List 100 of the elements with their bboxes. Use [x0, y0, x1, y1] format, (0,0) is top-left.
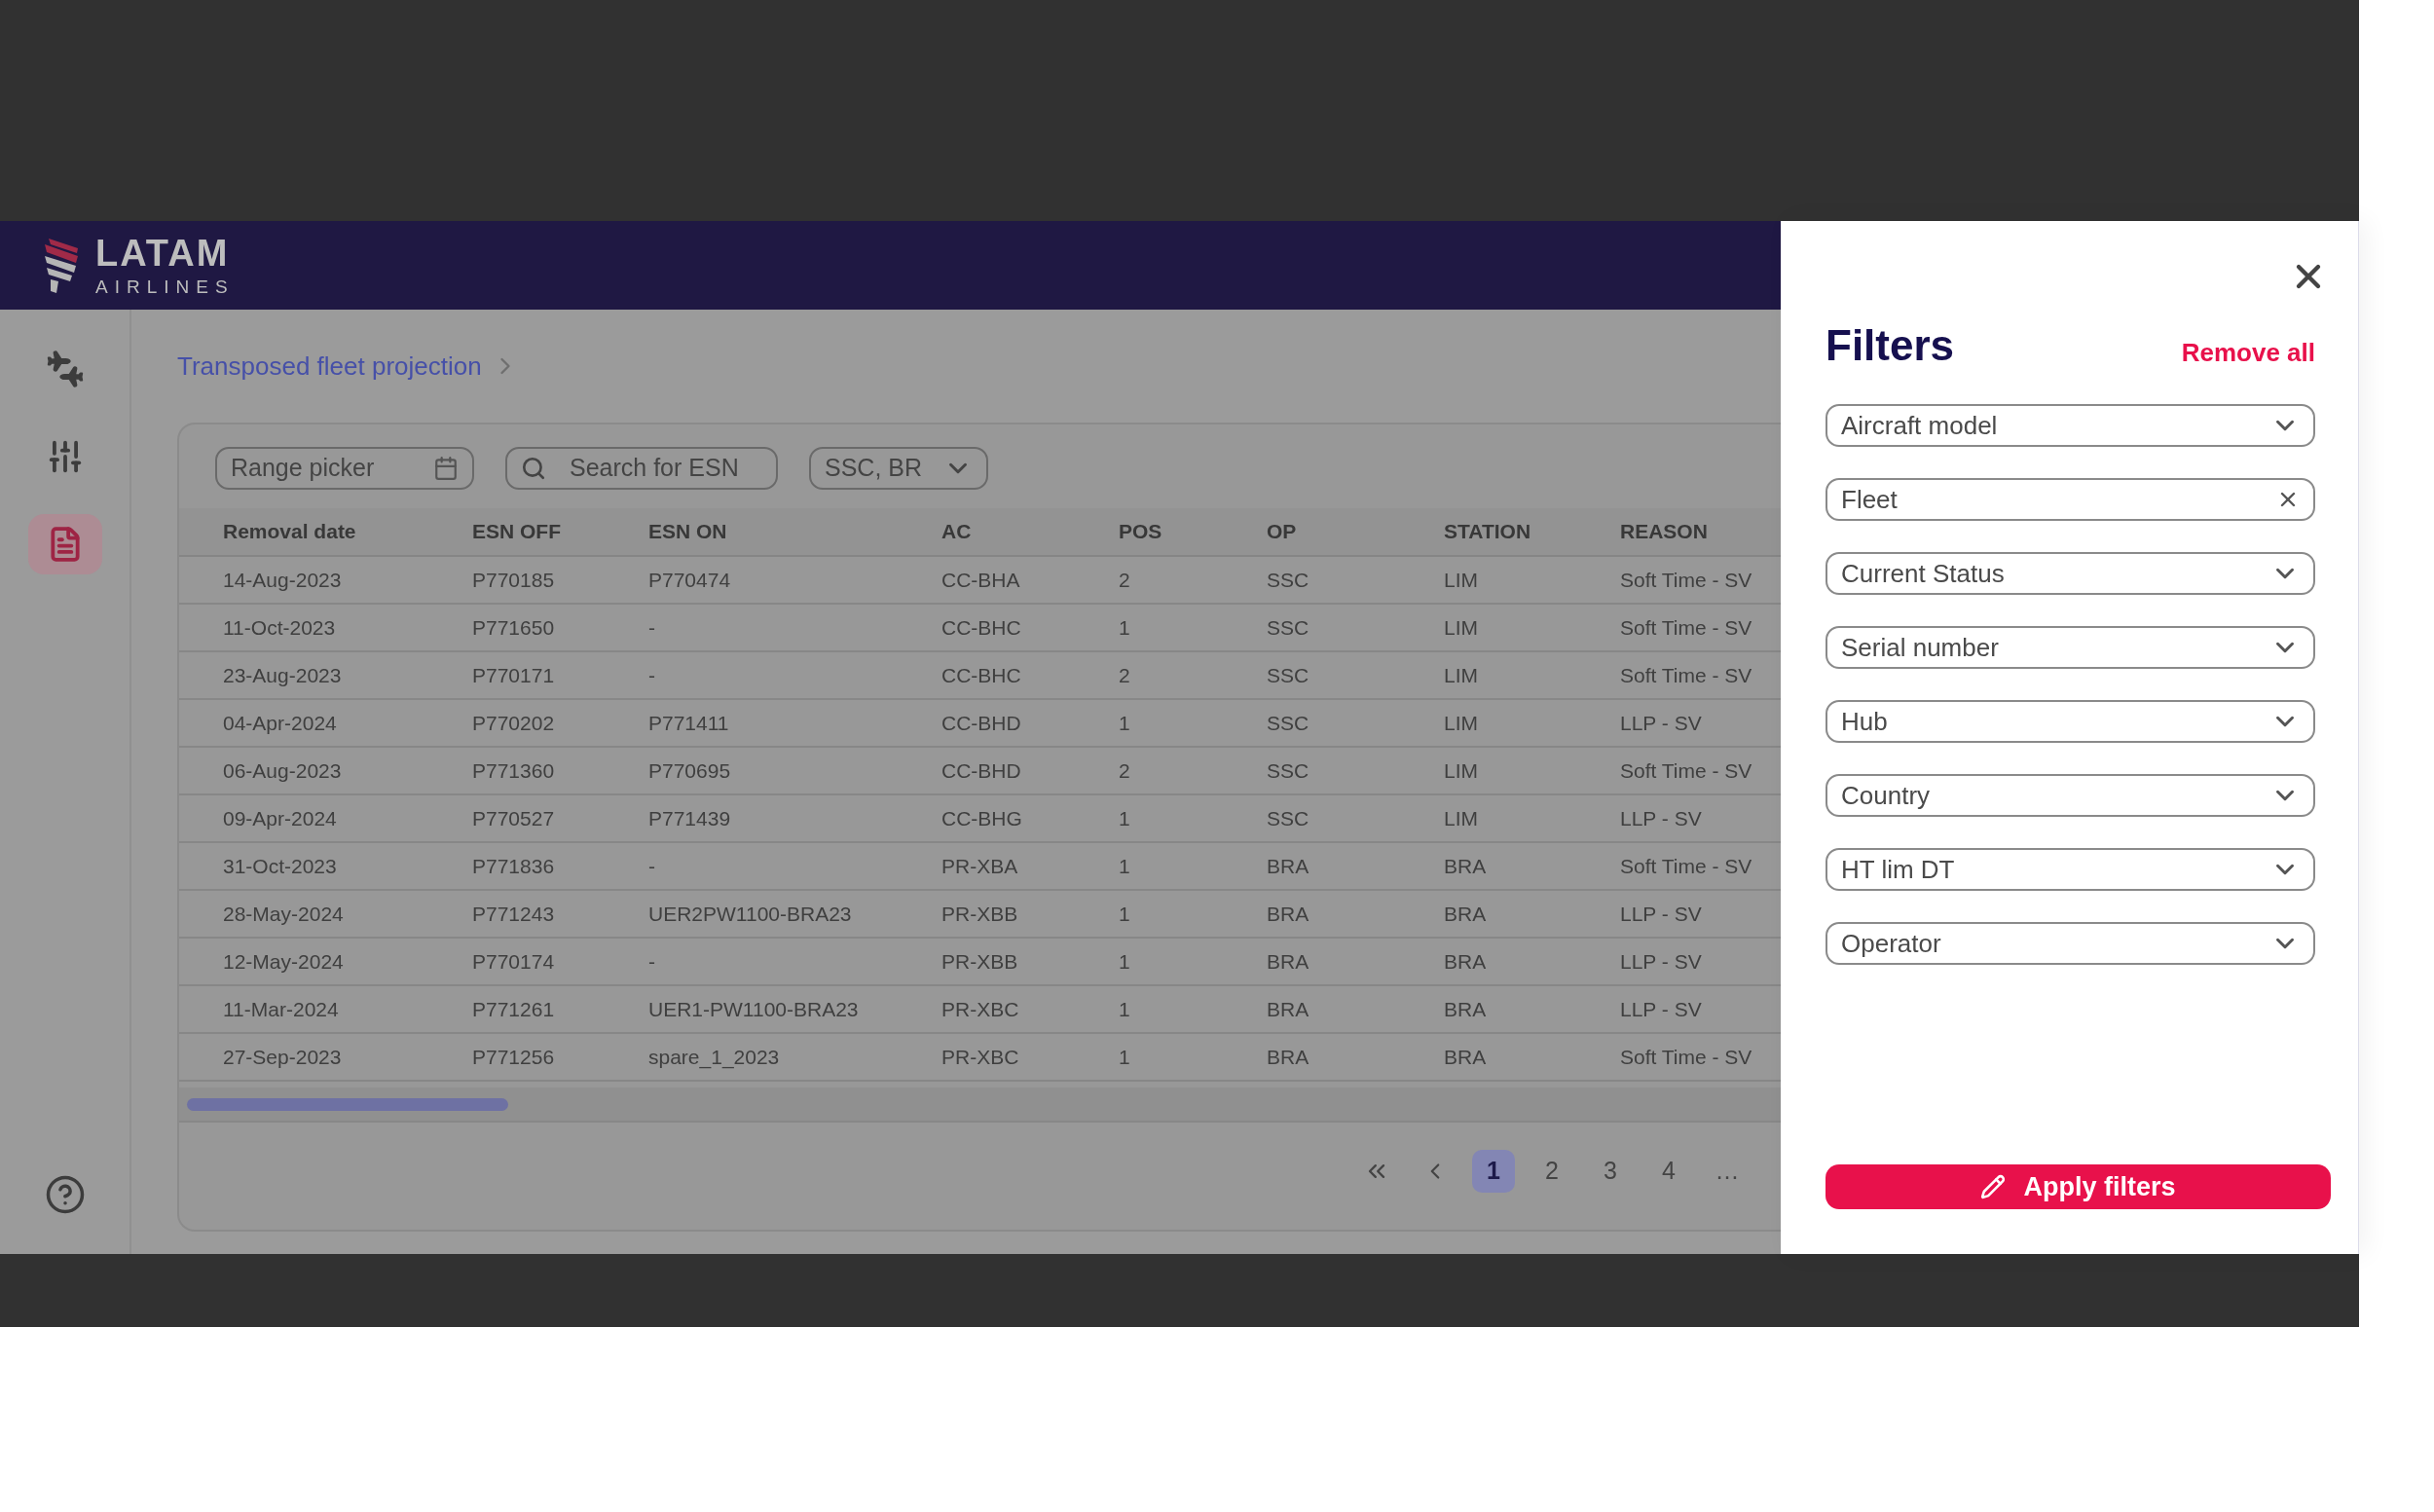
table-cell-text: BRA: [1444, 901, 1488, 927]
column-header[interactable]: REASON: [1620, 516, 1781, 547]
column-header[interactable]: OP: [1267, 516, 1444, 547]
page-button[interactable]: 3: [1589, 1150, 1632, 1193]
table-cell-text: LLP - SV: [1620, 948, 1703, 975]
table-cell-text: 1: [1119, 948, 1131, 975]
table-cell-text: P770527: [472, 805, 556, 831]
table-cell-text: 31-Oct-2023: [223, 853, 338, 879]
table-cell-text: PR-XBB: [941, 948, 1019, 975]
table-cell-text: Soft Time - SV: [1620, 662, 1753, 688]
table-cell-text: BRA: [1267, 996, 1310, 1022]
planes-icon: [45, 350, 85, 388]
table-cell-text: 06-Aug-2023: [223, 757, 343, 784]
table-cell-text: LIM: [1444, 662, 1479, 688]
filter-label: Operator: [1841, 927, 1941, 960]
breadcrumb-link[interactable]: Transposed fleet projection: [177, 347, 482, 386]
code-filter-dropdown[interactable]: SSC, BR: [809, 447, 988, 490]
search-icon: [521, 456, 546, 481]
table-cell-text: 23-Aug-2023: [223, 662, 343, 688]
table-cell-text: LIM: [1444, 805, 1479, 831]
table-cell-text: LIM: [1444, 614, 1479, 641]
table-cell-text: Soft Time - SV: [1620, 567, 1753, 593]
table-cell-text: P770185: [472, 567, 556, 593]
column-header[interactable]: Removal date: [223, 516, 472, 547]
table-cell-text: 28-May-2024: [223, 901, 345, 927]
page-button[interactable]: 4: [1647, 1150, 1690, 1193]
table-cell-text: Soft Time - SV: [1620, 757, 1753, 784]
range-picker[interactable]: Range picker: [215, 447, 474, 490]
table-cell-text: PR-XBC: [941, 996, 1020, 1022]
table-cell-text: 09-Apr-2024: [223, 805, 338, 831]
page-button[interactable]: 2: [1530, 1150, 1573, 1193]
filter-dropdown[interactable]: Country: [1826, 774, 2315, 817]
table-cell-text: P771650: [472, 614, 556, 641]
panel-title: Filters: [1826, 320, 1955, 371]
table-cell-text: -: [648, 948, 656, 975]
table-cell-text: P771411: [648, 710, 730, 736]
table-cell-text: 14-Aug-2023: [223, 567, 343, 593]
table-cell-text: 1: [1119, 805, 1131, 831]
column-header[interactable]: ESN OFF: [472, 516, 648, 547]
column-header[interactable]: POS: [1119, 516, 1267, 547]
table-cell-text: LLP - SV: [1620, 710, 1703, 736]
apply-filters-button[interactable]: Apply filters: [1826, 1164, 2331, 1209]
table-cell-text: 2: [1119, 757, 1131, 784]
table-cell-text: 1: [1119, 996, 1131, 1022]
table-cell-text: spare_1_2023: [648, 1044, 781, 1071]
table-cell-text: P771360: [472, 757, 556, 784]
code-filter-value: SSC, BR: [825, 453, 923, 484]
help-icon[interactable]: [44, 1174, 86, 1215]
table-cell-text: BRA: [1267, 853, 1310, 879]
page-button[interactable]: 1: [1472, 1150, 1515, 1193]
table-cell-text: LIM: [1444, 757, 1479, 784]
table-cell-text: P770202: [472, 710, 556, 736]
table-cell-text: UER1-PW1100-BRA23: [648, 996, 860, 1022]
table-cell-text: CC-BHD: [941, 757, 1022, 784]
column-header[interactable]: AC: [941, 516, 1119, 547]
filter-dropdown[interactable]: HT lim DT: [1826, 848, 2315, 891]
filter-dropdown[interactable]: Fleet: [1826, 478, 2315, 521]
search-placeholder: Search for ESN: [570, 453, 739, 484]
column-header[interactable]: STATION: [1444, 516, 1620, 547]
table-cell-text: 04-Apr-2024: [223, 710, 338, 736]
table-cell-text: BRA: [1267, 948, 1310, 975]
table-cell-text: BRA: [1444, 996, 1488, 1022]
filter-label: Aircraft model: [1841, 409, 1998, 442]
pencil-icon: [1980, 1174, 2007, 1199]
table-cell-text: 2: [1119, 567, 1131, 593]
table-cell-text: UER2PW1100-BRA23: [648, 901, 853, 927]
remove-all-link[interactable]: Remove all: [2181, 334, 2315, 372]
filter-label: Country: [1841, 779, 1931, 812]
column-header[interactable]: ESN ON: [648, 516, 941, 547]
table-cell-text: PR-XBB: [941, 901, 1019, 927]
table-cell-text: LLP - SV: [1620, 901, 1703, 927]
filter-dropdown[interactable]: Operator: [1826, 922, 2315, 965]
table-cell-text: P771261: [472, 996, 556, 1022]
table-cell-text: BRA: [1267, 901, 1310, 927]
search-field[interactable]: Search for ESN: [505, 447, 778, 490]
table-cell-text: 1: [1119, 614, 1131, 641]
filter-dropdown[interactable]: Current Status: [1826, 552, 2315, 595]
table-cell-text: P771836: [472, 853, 556, 879]
table-cell-text: SSC: [1267, 614, 1310, 641]
table-cell-text: -: [648, 662, 656, 688]
table-cell-text: BRA: [1444, 948, 1488, 975]
filter-dropdown[interactable]: Hub: [1826, 700, 2315, 743]
table-cell-text: LLP - SV: [1620, 996, 1703, 1022]
table-cell-text: LLP - SV: [1620, 805, 1703, 831]
sidebar-item[interactable]: [27, 514, 102, 574]
table-cell-text: P770174: [472, 948, 556, 975]
filter-dropdown[interactable]: Aircraft model: [1826, 404, 2315, 447]
table-cell-text: P770474: [648, 567, 732, 593]
table-cell-text: 1: [1119, 1044, 1131, 1070]
table-cell-text: P770171: [472, 662, 556, 688]
filter-dropdown[interactable]: Serial number: [1826, 626, 2315, 669]
table-cell-text: 2: [1119, 662, 1131, 688]
table-cell-text: SSC: [1267, 567, 1310, 593]
range-picker-placeholder: Range picker: [231, 453, 375, 484]
table-cell-text: P771439: [648, 805, 732, 831]
table-cell-text: CC-BHC: [941, 662, 1022, 688]
calendar-icon: [433, 456, 459, 481]
table-cell-text: PR-XBC: [941, 1044, 1020, 1070]
scrollbar-thumb[interactable]: [187, 1097, 508, 1111]
table-cell-text: 27-Sep-2023: [223, 1044, 343, 1070]
